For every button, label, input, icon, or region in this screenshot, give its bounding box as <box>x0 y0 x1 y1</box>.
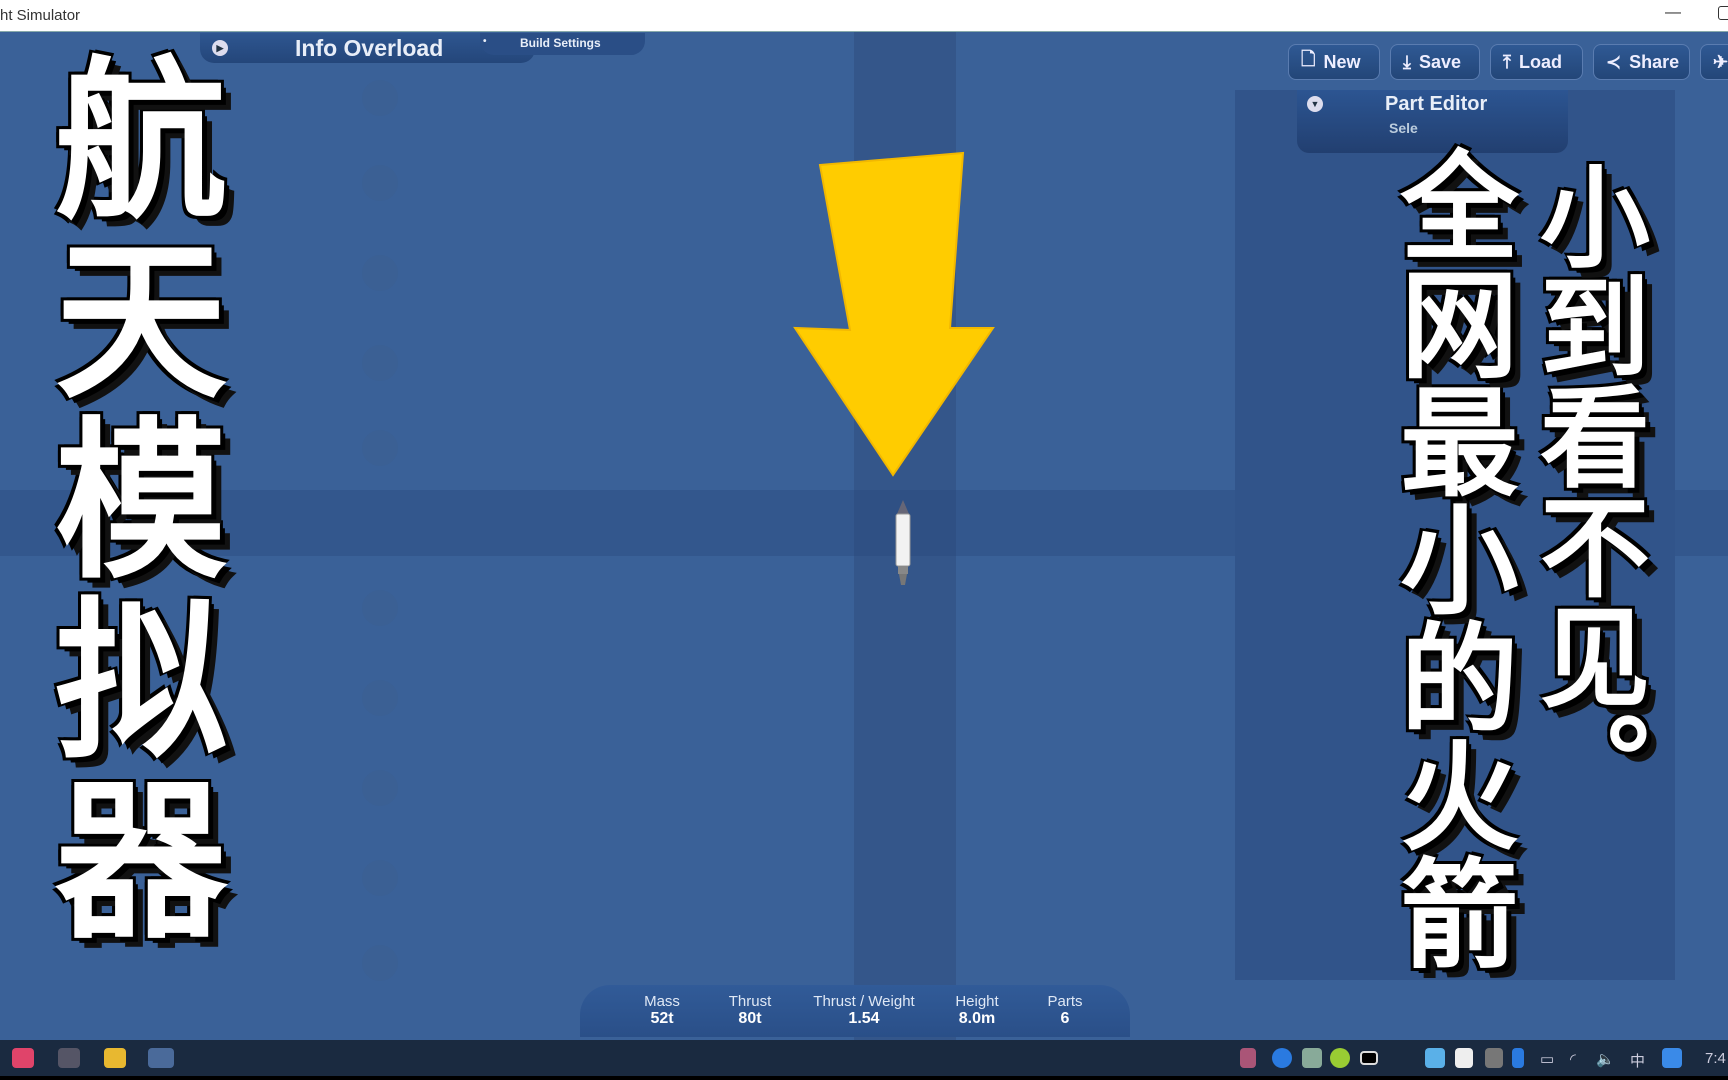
bluetooth-icon[interactable] <box>1512 1048 1524 1068</box>
tray-icon[interactable] <box>1330 1048 1350 1068</box>
wifi-icon[interactable]: ◜ <box>1570 1050 1576 1068</box>
grid-dot <box>362 945 398 981</box>
rocket-icon: ✈ <box>1713 51 1728 72</box>
new-button[interactable]: 🗋 New <box>1288 44 1380 80</box>
app-icon[interactable] <box>12 1048 34 1068</box>
rocket-stats-bar: Mass 52t Thrust 80t Thrust / Weight 1.54 He… <box>580 985 1130 1037</box>
build-settings-label: Build Settings <box>520 36 601 50</box>
rocket[interactable] <box>893 500 913 585</box>
download-icon: ⤓ <box>1403 51 1411 72</box>
maximize-button[interactable] <box>1718 6 1728 20</box>
grid-dot <box>362 590 398 626</box>
share-icon: ≺ <box>1606 51 1622 72</box>
network-tray-icon[interactable] <box>1485 1048 1503 1068</box>
tray-icon[interactable] <box>1302 1048 1322 1068</box>
share-button[interactable]: ≺ Share <box>1593 44 1690 80</box>
tray-icon[interactable] <box>1425 1048 1445 1068</box>
build-settings-panel[interactable]: • Build Settings <box>480 33 645 55</box>
grid-dot <box>362 770 398 806</box>
stat-thrust: Thrust 80t <box>728 993 772 1027</box>
taskbar: ▭ ◜ 🔈 中 7:4 <box>0 1040 1728 1076</box>
tray-icon[interactable] <box>1360 1051 1378 1065</box>
save-button[interactable]: ⤓ Save <box>1390 44 1480 80</box>
grid-dot <box>362 345 398 381</box>
security-icon[interactable] <box>1455 1048 1473 1068</box>
overlay-caption-col2: 小到看不见。 <box>1521 160 1650 820</box>
part-editor-panel[interactable]: ▼ Part Editor Sele <box>1297 90 1568 153</box>
battery-icon[interactable]: ▭ <box>1540 1050 1554 1068</box>
info-overload-label: Info Overload <box>295 35 444 61</box>
upload-icon: ⤒ <box>1503 51 1511 72</box>
part-editor-title: Part Editor <box>1385 93 1488 115</box>
tray-icon[interactable] <box>1240 1048 1256 1068</box>
title-bar: ht Simulator — <box>0 0 1728 32</box>
part-editor-subtitle: Sele <box>1389 120 1418 136</box>
overlay-title-left: 航天模拟器 <box>25 50 228 950</box>
file-explorer-icon[interactable] <box>104 1048 126 1068</box>
grid-dot <box>362 80 398 116</box>
tray-icon[interactable] <box>1272 1048 1292 1068</box>
load-button[interactable]: ⤒ Load <box>1490 44 1583 80</box>
stat-height: Height 8.0m <box>955 993 999 1027</box>
simulator-taskbar-icon[interactable] <box>148 1048 174 1068</box>
launch-button[interactable]: ✈ <box>1700 44 1728 80</box>
yellow-arrow-annotation <box>793 151 995 477</box>
overlay-caption-col1: 全网最小的火箭 <box>1380 145 1519 971</box>
dropdown-icon: • <box>483 36 487 47</box>
save-label: Save <box>1418 51 1462 72</box>
grid-dot <box>362 680 398 716</box>
window-title: ht Simulator <box>0 7 81 24</box>
stat-mass: Mass 52t <box>644 993 680 1027</box>
collapse-icon[interactable]: ▼ <box>1307 96 1323 112</box>
stat-parts: Parts 6 <box>1047 993 1083 1027</box>
grid-dot <box>362 255 398 291</box>
ime-indicator[interactable]: 中 <box>1630 1050 1645 1071</box>
tray-icon[interactable] <box>1662 1048 1682 1068</box>
stat-thrust-weight: Thrust / Weight 1.54 <box>813 993 915 1027</box>
volume-icon[interactable]: 🔈 <box>1596 1050 1615 1068</box>
screen-edge <box>0 1076 1728 1080</box>
new-file-icon: 🗋 <box>1301 49 1316 69</box>
grid-dot <box>362 430 398 466</box>
clock[interactable]: 7:4 <box>1705 1050 1726 1067</box>
minimize-button[interactable]: — <box>1665 4 1681 22</box>
settings-app-icon[interactable] <box>58 1048 80 1068</box>
grid-dot <box>362 860 398 896</box>
share-label: Share <box>1629 51 1680 72</box>
new-label: New <box>1323 51 1361 72</box>
load-label: Load <box>1518 51 1562 72</box>
grid-dot <box>362 165 398 201</box>
